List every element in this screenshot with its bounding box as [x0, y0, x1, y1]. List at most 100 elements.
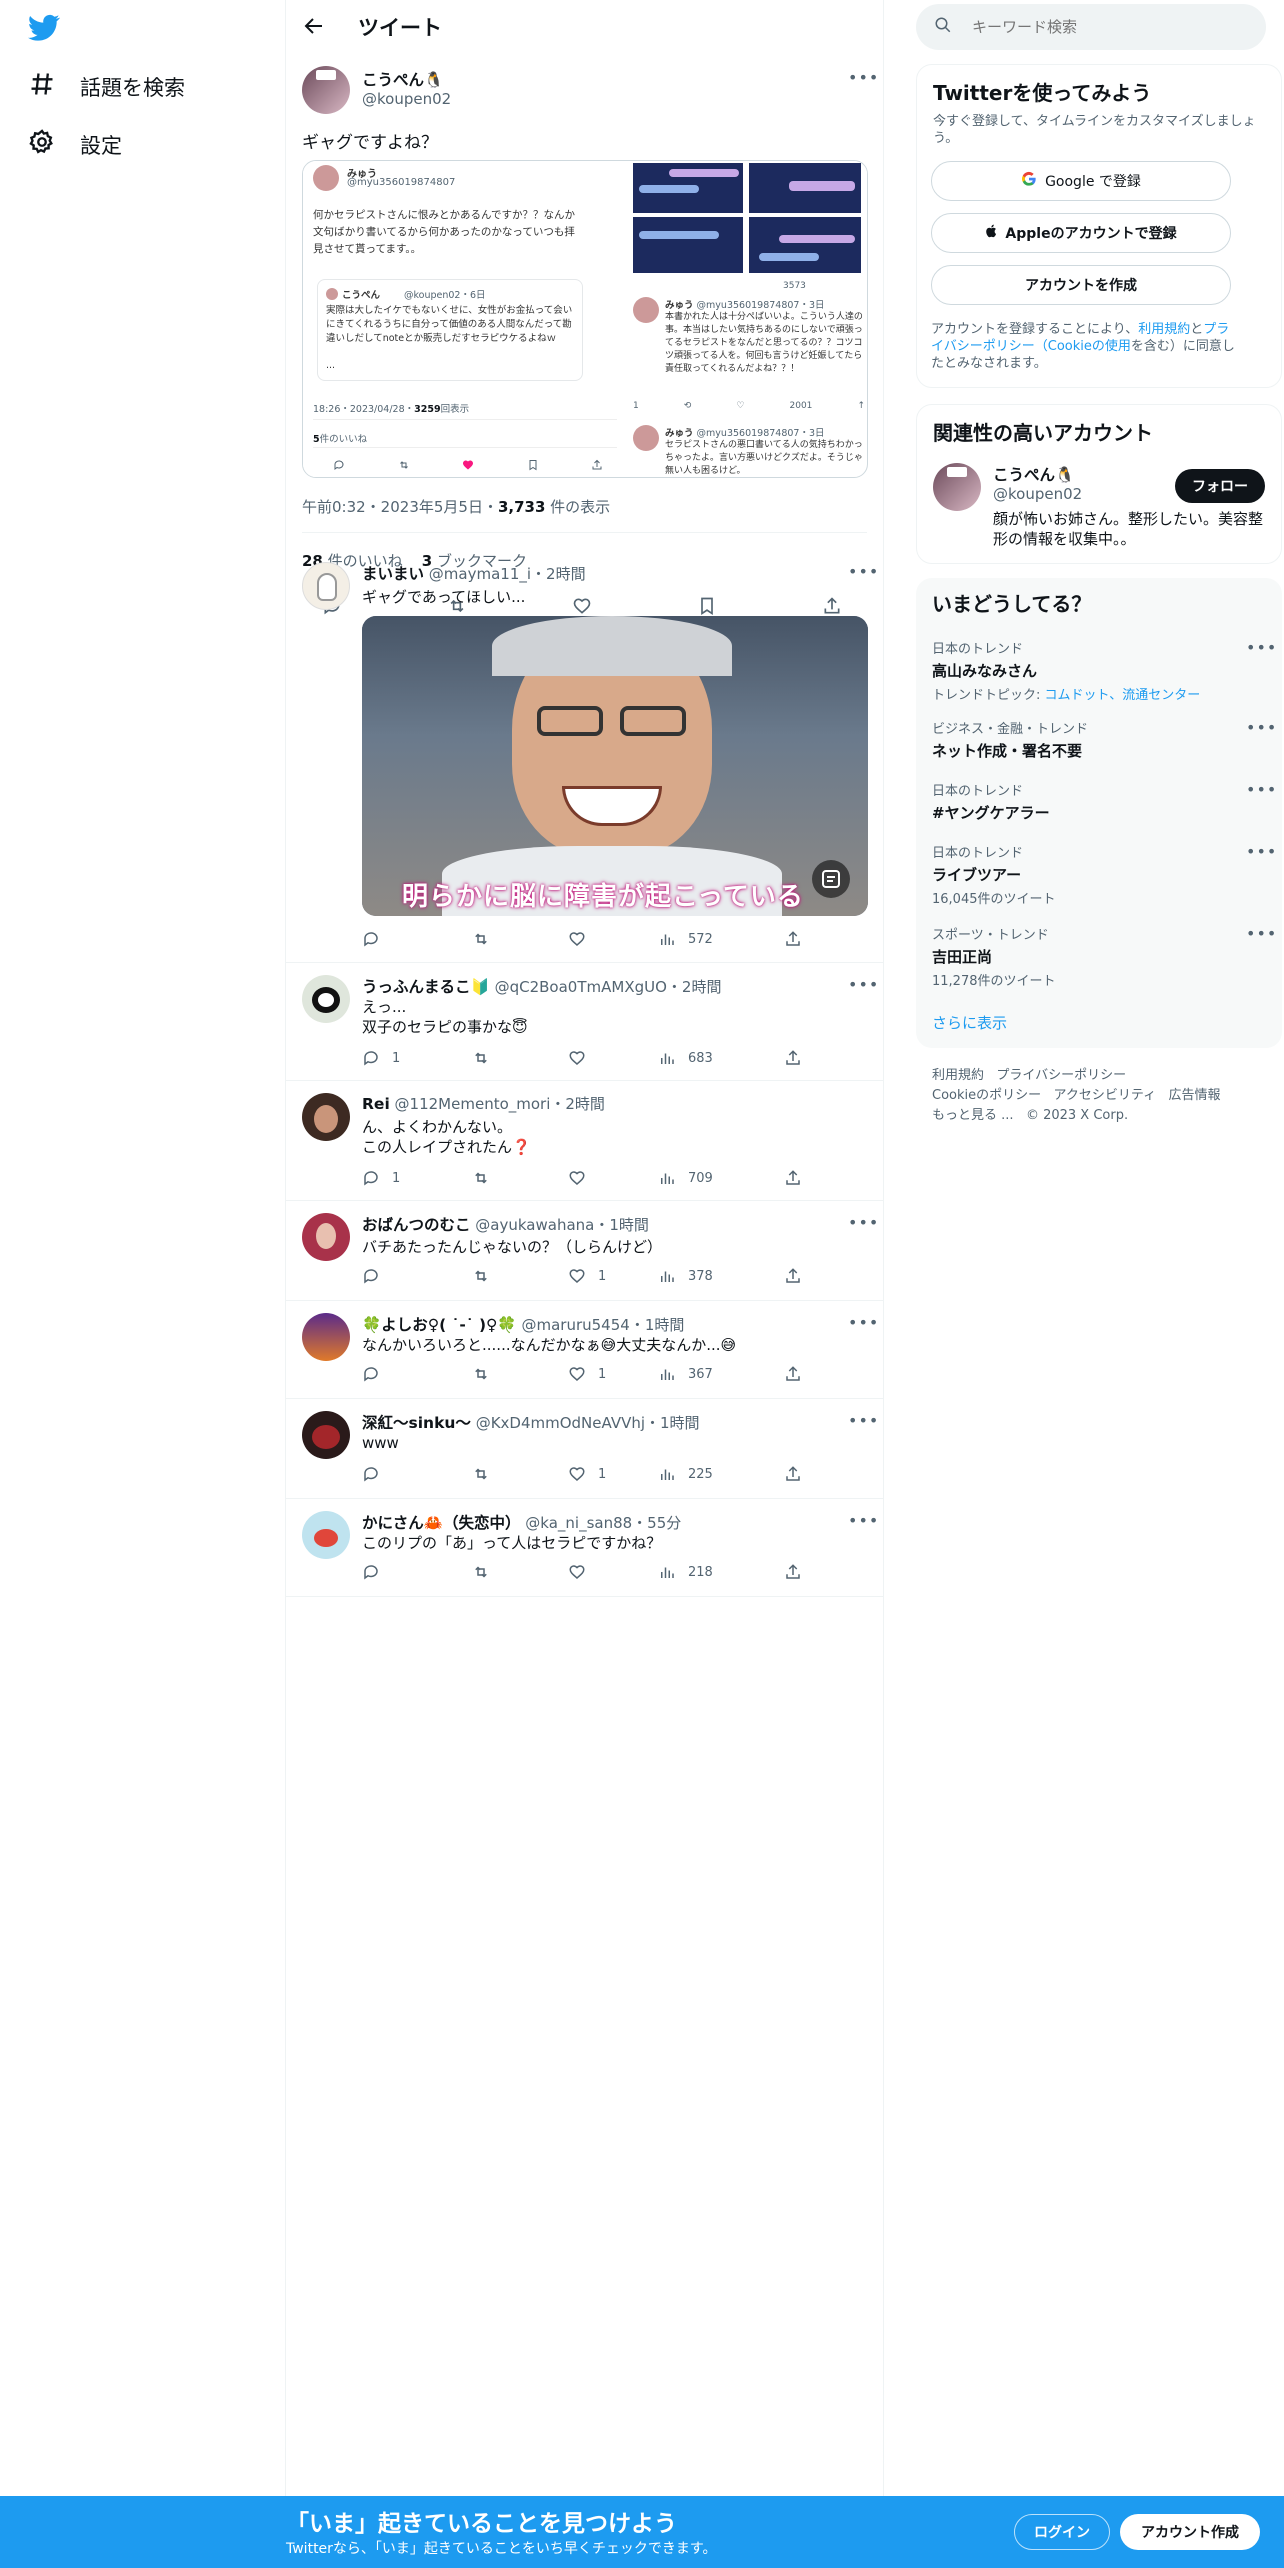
like-button[interactable]: 1 [568, 1465, 658, 1483]
more-icon[interactable]: ••• [848, 68, 879, 87]
back-arrow-icon[interactable] [302, 14, 326, 42]
share-button[interactable] [784, 1365, 814, 1383]
terms-link[interactable]: 利用規約 [1138, 322, 1190, 337]
reply-time[interactable]: ・55分 [632, 1514, 681, 1532]
reply-button[interactable] [362, 930, 472, 948]
retweet-button[interactable] [472, 1365, 568, 1383]
reply-item[interactable]: 深紅〜sinku〜 @KxD4mmOdNeAVVhj・1時間 ••• www 1… [286, 1399, 883, 1499]
more-icon[interactable]: ••• [848, 1313, 879, 1332]
reply-button[interactable] [362, 1563, 472, 1581]
more-icon[interactable]: ••• [848, 1411, 879, 1430]
search-box[interactable] [916, 4, 1266, 50]
alt-text-icon[interactable] [812, 860, 850, 898]
reply-item[interactable]: うっふんまるこ🔰 @qC2Boa0TmAMXgUO・2時間 ••• えっ... … [286, 963, 883, 1081]
reply-avatar[interactable] [302, 1511, 350, 1559]
footer-link[interactable]: 広告情報 [1169, 1088, 1221, 1103]
retweet-button[interactable] [472, 930, 568, 948]
reply-button[interactable] [362, 1267, 472, 1285]
reply-button[interactable] [362, 1365, 472, 1383]
more-icon[interactable]: ••• [848, 562, 879, 581]
views-button[interactable]: 378 [658, 1267, 784, 1285]
share-button[interactable] [784, 1267, 814, 1285]
nav-explore[interactable]: 話題を検索 [28, 70, 185, 103]
reply-time[interactable]: ・2時間 [550, 1095, 605, 1113]
reply-name[interactable]: まいまい [362, 565, 424, 583]
reply-button[interactable]: 1 [362, 1169, 472, 1187]
author-handle[interactable]: @koupen02 [362, 90, 451, 108]
reply-name[interactable]: 🍀よしお♀( ˙-˙ )♀🍀 [362, 1316, 517, 1334]
retweet-button[interactable] [472, 1267, 568, 1285]
reply-handle[interactable]: @ayukawahana [475, 1216, 594, 1234]
reply-avatar[interactable] [302, 1213, 350, 1261]
reply-time[interactable]: ・2時間 [667, 978, 722, 996]
share-button[interactable] [784, 1169, 814, 1187]
views-button[interactable]: 218 [658, 1563, 784, 1581]
reply-item[interactable]: Rei @112Memento_mori・2時間 ん、よくわかんない。 この人レ… [286, 1081, 883, 1201]
reply-avatar[interactable] [302, 1093, 350, 1141]
reply-name[interactable]: Rei [362, 1095, 390, 1113]
like-button[interactable] [568, 930, 658, 948]
reply-time[interactable]: ・2時間 [531, 565, 586, 583]
footer-link[interactable]: Cookieのポリシー [932, 1088, 1041, 1103]
more-icon[interactable]: ••• [848, 1511, 879, 1530]
reply-avatar[interactable] [302, 562, 350, 610]
search-input[interactable] [972, 18, 1252, 36]
reply-handle[interactable]: @qC2Boa0TmAMXgUO [495, 978, 667, 996]
views-button[interactable]: 572 [658, 930, 784, 948]
nav-settings[interactable]: 設定 [28, 128, 122, 161]
more-icon[interactable]: ••• [1246, 780, 1277, 799]
like-button[interactable] [568, 1169, 658, 1187]
reply-handle[interactable]: @maruru5454 [521, 1316, 629, 1334]
views-button[interactable]: 367 [658, 1365, 784, 1383]
more-icon[interactable]: ••• [848, 975, 879, 994]
views-button[interactable]: 683 [658, 1049, 784, 1067]
more-icon[interactable]: ••• [1246, 924, 1277, 943]
reply-name[interactable]: 深紅〜sinku〜 [362, 1414, 471, 1432]
retweet-button[interactable] [472, 1169, 568, 1187]
retweet-button[interactable] [472, 1049, 568, 1067]
footer-link[interactable]: プライバシーポリシー [996, 1068, 1126, 1083]
show-more-link[interactable]: さらに表示 [932, 1012, 1007, 1033]
apple-signup-button[interactable]: Appleのアカウントで登録 [931, 213, 1231, 253]
like-button[interactable]: 1 [568, 1365, 658, 1383]
retweet-button[interactable] [472, 1563, 568, 1581]
views-button[interactable]: 709 [658, 1169, 784, 1187]
trend-item[interactable]: ビジネス・金融・トレンド ネット作成・署名不要 [932, 718, 1262, 761]
reply-name[interactable]: かにさん🦀（失恋中） [362, 1514, 521, 1532]
author-name[interactable]: こうぺん🐧 [362, 68, 443, 90]
more-icon[interactable]: ••• [1246, 718, 1277, 737]
reply-name[interactable]: おばんつのむこ [362, 1216, 471, 1234]
trend-item[interactable]: スポーツ・トレンド 吉田正尚 11,278件のツイート [932, 924, 1262, 989]
follow-button[interactable]: フォロー [1175, 469, 1265, 503]
related-handle[interactable]: @koupen02 [993, 485, 1082, 503]
share-button[interactable] [784, 1049, 814, 1067]
reply-avatar[interactable] [302, 1411, 350, 1459]
like-button[interactable]: 1 [568, 1267, 658, 1285]
like-button[interactable] [568, 1563, 658, 1581]
author-avatar[interactable] [302, 66, 350, 114]
trend-item[interactable]: 日本のトレンド 高山みなみさん トレンドトピック: コムドット、流通センター [932, 638, 1262, 703]
reply-time[interactable]: ・1時間 [630, 1316, 685, 1334]
tweet-image[interactable]: みゅう @myu356019874807 何かセラピストさんに恨みとかあるんです… [302, 160, 868, 478]
retweet-button[interactable] [472, 1465, 568, 1483]
create-account-button[interactable]: アカウントを作成 [931, 265, 1231, 305]
share-button[interactable] [784, 1563, 814, 1581]
reply-handle[interactable]: @ka_ni_san88 [525, 1514, 632, 1532]
reply-item[interactable]: かにさん🦀（失恋中） @ka_ni_san88・55分 ••• このリプの「あ」… [286, 1499, 883, 1597]
reply-name[interactable]: うっふんまるこ🔰 [362, 978, 490, 996]
reply-handle[interactable]: @112Memento_mori [395, 1095, 551, 1113]
share-button[interactable] [784, 930, 814, 948]
trend-item[interactable]: 日本のトレンド #ヤングケアラー [932, 780, 1262, 823]
google-signup-button[interactable]: Google で登録 [931, 161, 1231, 201]
reply-time[interactable]: ・1時間 [594, 1216, 649, 1234]
more-icon[interactable]: ••• [1246, 638, 1277, 657]
footer-link[interactable]: アクセシビリティ [1054, 1088, 1157, 1103]
reply-handle[interactable]: @mayma11_i [429, 565, 531, 583]
more-icon[interactable]: ••• [848, 1213, 879, 1232]
twitter-logo-icon[interactable] [28, 14, 60, 46]
reply-button[interactable] [362, 1465, 472, 1483]
login-button[interactable]: ログイン [1014, 2514, 1110, 2550]
like-button[interactable] [568, 1049, 658, 1067]
reply-avatar[interactable] [302, 975, 350, 1023]
reply-image[interactable]: 明らかに脳に障害が起こっている [362, 616, 868, 916]
